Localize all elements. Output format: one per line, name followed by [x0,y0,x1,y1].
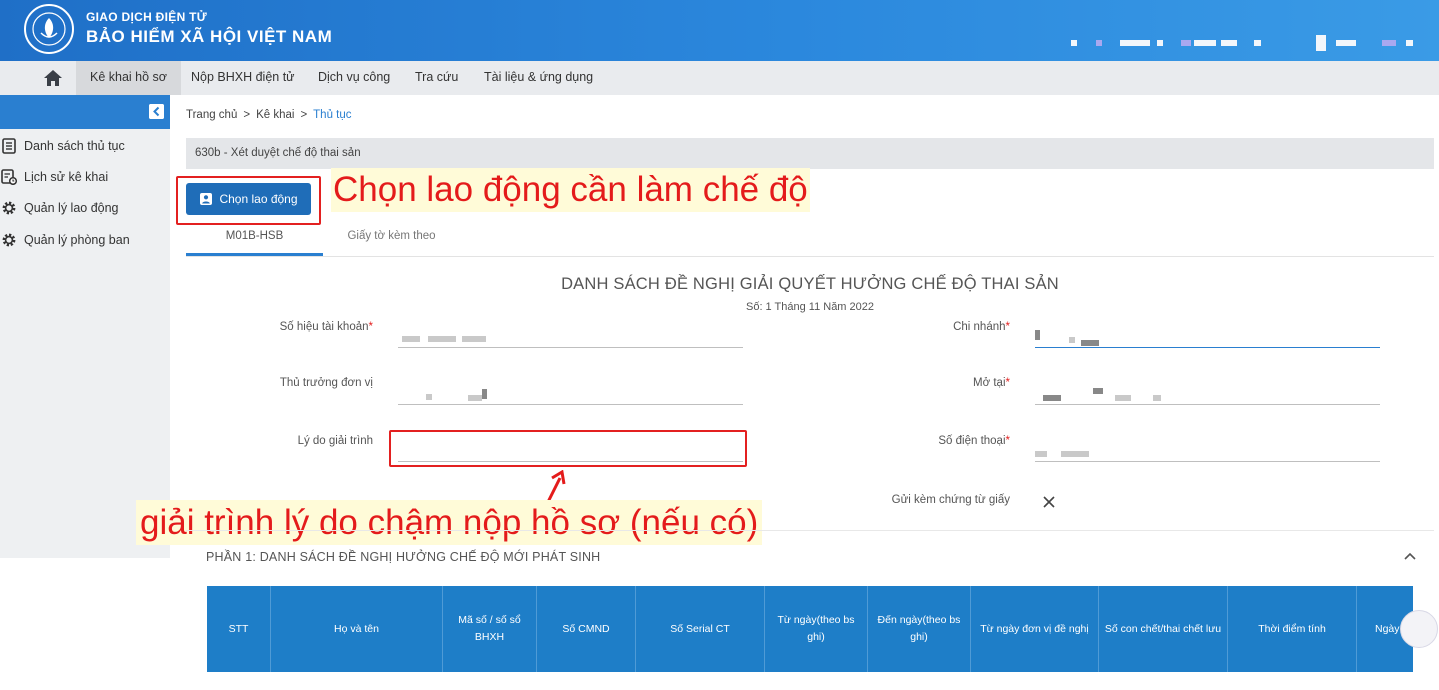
form-title: DANH SÁCH ĐỀ NGHỊ GIẢI QUYẾT HƯỞNG CHẾ Đ… [561,275,1059,293]
blurred-user-info [1316,35,1326,51]
sidebar-item-label: Quản lý lao động [24,201,119,215]
menu-item-tra-cuu[interactable]: Tra cứu [401,61,472,95]
menu-item-ke-khai[interactable]: Kê khai hồ sơ [76,61,181,95]
sidebar-header [0,95,170,129]
branch-label: Chi nhánh* [953,321,1010,333]
blurred-user-info [1221,40,1237,46]
column-header[interactable]: Đến ngày(theo bs ghi) [868,586,971,672]
tab-divider [186,256,1434,257]
column-header[interactable]: STT [207,586,271,672]
part1-table-header: STT Họ và tên Mã số / số sổ BHXH Số CMND… [207,586,1413,672]
sidebar-item-label: Lịch sử kê khai [24,170,109,184]
form-subtitle: Số: 1 Tháng 11 Năm 2022 [745,301,874,313]
account-number-field[interactable] [398,328,743,348]
sidebar: Danh sách thủ tục Lịch sử kê khai Quản l… [0,95,170,558]
column-header[interactable]: Số con chết/thai chết lưu [1099,586,1228,672]
annotation-explanation: giải trình lý do chậm nộp hồ sơ (nếu có) [136,500,763,545]
blurred-user-info [1096,40,1102,46]
opened-at-field[interactable] [1035,385,1380,405]
annotation-highlight-box [176,176,321,225]
gear-icon [2,201,16,215]
blurred-user-info [1071,40,1077,46]
phone-label: Số điện thoại* [938,435,1010,447]
column-header[interactable]: Từ ngày đơn vị đề nghị [971,586,1099,672]
watermark-logo [1400,610,1438,648]
brand-line2: BẢO HIỂM XÃ HỘI VIỆT NAM [86,27,333,46]
blurred-user-info [1336,40,1356,46]
menu-item-tai-lieu[interactable]: Tài liệu & ứng dụng [470,61,607,95]
blurred-user-info [1157,40,1163,46]
breadcrumb-home[interactable]: Trang chủ [186,109,237,121]
tab-m01b-hsb[interactable]: M01B-HSB [186,222,323,256]
sidebar-item-quan-ly-phong-ban[interactable]: Quản lý phòng ban [0,229,170,251]
breadcrumb-separator: > [243,109,251,121]
blurred-user-info [1181,40,1191,46]
branch-field[interactable] [1035,328,1380,348]
tab-giay-to-kem-theo[interactable]: Giấy tờ kèm theo [323,222,460,256]
breadcrumb: Trang chủ > Kê khai > Thủ tục [186,109,352,121]
brand-line1: GIAO DỊCH ĐIỆN TỬ [86,10,208,24]
breadcrumb-separator: > [300,109,308,121]
unit-head-label: Thủ trưởng đơn vị [279,377,373,389]
part1-title: PHẦN 1: DANH SÁCH ĐỀ NGHỊ HƯỞNG CHẾ ĐỘ M… [206,550,601,564]
blurred-user-info [1120,40,1150,46]
column-header[interactable]: Số Serial CT [636,586,765,672]
attach-paper-label: Gửi kèm chứng từ giấy [891,494,1010,506]
annotation-choose-worker: Chọn lao động cần làm chế độ [331,168,810,212]
breadcrumb-thu-tuc: Thủ tục [313,109,352,121]
blurred-user-info [1194,40,1216,46]
sidebar-item-label: Quản lý phòng ban [24,233,130,247]
blurred-user-info [1254,40,1261,46]
close-icon[interactable] [1041,494,1057,515]
blurred-user-info [1382,40,1396,46]
top-header: GIAO DỊCH ĐIỆN TỬ BẢO HIỂM XÃ HỘI VIỆT N… [0,0,1439,61]
sidebar-item-label: Danh sách thủ tục [24,139,125,153]
breadcrumb-ke-khai[interactable]: Kê khai [256,109,294,121]
phone-field[interactable] [1035,442,1380,462]
column-header[interactable]: Từ ngày(theo bs ghi) [765,586,868,672]
home-icon[interactable] [42,68,64,88]
gear-icon [2,233,16,247]
opened-at-label: Mở tại* [973,377,1010,389]
explanation-label: Lý do giải trình [297,435,373,447]
section-divider [186,530,1434,531]
column-header[interactable]: Thời điểm tính [1228,586,1357,672]
list-icon [2,138,16,154]
procedure-title: 630b - Xét duyệt chế độ thai sản [186,138,1434,169]
column-header[interactable]: Số CMND [537,586,636,672]
sidebar-item-danh-sach-thu-tuc[interactable]: Danh sách thủ tục [0,135,170,157]
main-menu: Kê khai hồ sơ Nộp BHXH điện tử Dịch vụ c… [0,61,1439,95]
annotation-highlight-box [389,430,747,467]
blurred-user-info [1406,40,1413,46]
chevron-up-icon[interactable] [1403,550,1417,568]
collapse-left-icon[interactable] [149,104,164,119]
history-icon [1,169,17,185]
account-number-label: Số hiệu tài khoản* [279,321,373,333]
column-header[interactable]: Họ và tên [271,586,443,672]
menu-item-nop-bhxh[interactable]: Nộp BHXH điện tử [177,61,309,95]
unit-head-field[interactable] [398,385,743,405]
sidebar-item-quan-ly-lao-dong[interactable]: Quản lý lao động [0,197,170,219]
column-header[interactable]: Mã số / số sổ BHXH [443,586,537,672]
menu-item-dich-vu-cong[interactable]: Dịch vụ công [304,61,404,95]
vss-logo-icon[interactable] [24,4,74,54]
sidebar-item-lich-su-ke-khai[interactable]: Lịch sử kê khai [0,166,170,188]
